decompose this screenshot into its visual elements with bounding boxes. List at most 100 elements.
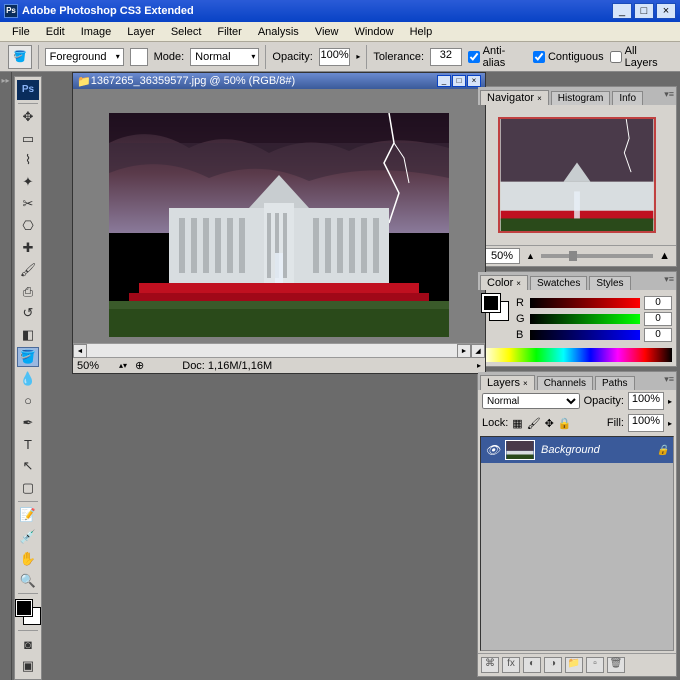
lock-paint-icon[interactable]: 🖌 [527, 417, 541, 430]
resize-grip[interactable]: ◢ [471, 344, 485, 358]
r-slider[interactable] [530, 298, 640, 308]
blend-mode-select[interactable]: Normal [482, 393, 580, 409]
dropdown-arrow-icon[interactable]: ▸ [356, 52, 360, 61]
zoom-out-icon[interactable]: ▲ [526, 251, 535, 261]
stamp-tool[interactable]: ⎙ [17, 282, 39, 302]
navigator-zoom-slider[interactable] [541, 254, 653, 258]
menu-filter[interactable]: Filter [209, 24, 249, 40]
contiguous-checkbox[interactable]: Contiguous [533, 51, 604, 63]
blur-tool[interactable]: 💧 [17, 369, 39, 389]
tab-paths[interactable]: Paths [595, 376, 635, 390]
lock-transparency-icon[interactable]: ▦ [512, 417, 522, 430]
navigator-zoom-input[interactable]: 50% [484, 248, 520, 264]
tab-styles[interactable]: Styles [589, 276, 630, 290]
panel-menu-icon[interactable]: ▾≡ [664, 374, 674, 385]
color-swatches[interactable] [482, 294, 508, 320]
type-tool[interactable]: T [17, 435, 39, 455]
shape-tool[interactable]: ▢ [17, 478, 39, 498]
dropdown-arrow-icon[interactable]: ▸ [668, 419, 672, 428]
document-titlebar[interactable]: 📁 1367265_36359577.jpg @ 50% (RGB/8#) _ … [73, 73, 485, 89]
status-menu-icon[interactable]: ⊕ [135, 359, 144, 372]
layer-name[interactable]: Background [541, 444, 600, 456]
menu-layer[interactable]: Layer [119, 24, 163, 40]
visibility-toggle-icon[interactable]: 👁 [485, 443, 499, 457]
tab-layers[interactable]: Layers× [480, 375, 535, 390]
history-brush-tool[interactable]: ↺ [17, 303, 39, 323]
g-value[interactable]: 0 [644, 312, 672, 326]
zoom-in-icon[interactable]: ▲ [659, 250, 670, 262]
zoom-stepper-icon[interactable]: ▴▾ [119, 361, 127, 370]
r-value[interactable]: 0 [644, 296, 672, 310]
new-group-button[interactable]: 📁 [565, 657, 583, 673]
color-swatches[interactable] [16, 600, 40, 624]
layer-opacity-input[interactable]: 100% [628, 392, 664, 410]
navigator-thumbnail[interactable] [498, 117, 656, 233]
marquee-tool[interactable]: ▭ [17, 129, 39, 149]
g-slider[interactable] [530, 314, 640, 324]
scroll-right-icon[interactable]: ► [457, 344, 471, 358]
dodge-tool[interactable]: ○ [17, 391, 39, 411]
status-arrow-icon[interactable]: ▸ [477, 361, 481, 370]
status-zoom[interactable]: 50% [77, 360, 111, 372]
lasso-tool[interactable]: ⌇ [17, 151, 39, 171]
scroll-track[interactable] [87, 344, 457, 357]
minimize-button[interactable]: _ [612, 3, 632, 19]
move-tool[interactable]: ✥ [17, 107, 39, 127]
delete-layer-button[interactable]: 🗑 [607, 657, 625, 673]
panel-menu-icon[interactable]: ▾≡ [664, 274, 674, 285]
foreground-swatch[interactable] [16, 600, 32, 616]
menu-analysis[interactable]: Analysis [250, 24, 307, 40]
pattern-swatch[interactable] [130, 48, 148, 66]
menu-window[interactable]: Window [346, 24, 401, 40]
eyedropper-tool[interactable]: 💉 [17, 527, 39, 547]
mode-select[interactable]: Normal [190, 48, 259, 66]
bucket-tool-icon[interactable]: 🪣 [8, 45, 32, 69]
alllayers-checkbox[interactable]: All Layers [610, 45, 672, 69]
layer-thumbnail[interactable] [505, 440, 535, 460]
menu-image[interactable]: Image [73, 24, 120, 40]
layer-row[interactable]: 👁 Background 🔒 [481, 437, 673, 463]
tab-swatches[interactable]: Swatches [530, 276, 587, 290]
menu-select[interactable]: Select [163, 24, 210, 40]
menu-view[interactable]: View [307, 24, 347, 40]
panel-menu-icon[interactable]: ▾≡ [664, 89, 674, 100]
zoom-tool[interactable]: 🔍 [17, 571, 39, 591]
menu-help[interactable]: Help [402, 24, 441, 40]
quickmask-tool[interactable]: ◙ [17, 634, 39, 654]
path-select-tool[interactable]: ↖ [17, 456, 39, 476]
foreground-color-swatch[interactable] [482, 294, 500, 312]
new-layer-button[interactable]: ▫ [586, 657, 604, 673]
lock-move-icon[interactable]: ✥ [545, 417, 554, 430]
tab-navigator[interactable]: Navigator× [480, 90, 549, 105]
fill-source-select[interactable]: Foreground [45, 48, 124, 66]
layer-mask-button[interactable]: ◐ [523, 657, 541, 673]
layer-style-button[interactable]: fx [502, 657, 520, 673]
b-slider[interactable] [530, 330, 640, 340]
adjustment-layer-button[interactable]: ◑ [544, 657, 562, 673]
antialias-checkbox[interactable]: Anti-alias [468, 45, 527, 69]
healing-tool[interactable]: ✚ [17, 238, 39, 258]
pen-tool[interactable]: ✒ [17, 413, 39, 433]
lock-all-icon[interactable]: 🔒 [558, 417, 572, 430]
horizontal-scrollbar[interactable]: ◄ ► ◢ [73, 343, 485, 357]
link-layers-button[interactable]: ⌘ [481, 657, 499, 673]
tab-channels[interactable]: Channels [537, 376, 593, 390]
close-button[interactable]: × [656, 3, 676, 19]
doc-maximize-button[interactable]: □ [452, 75, 466, 87]
tab-histogram[interactable]: Histogram [551, 91, 611, 105]
tolerance-input[interactable]: 32 [430, 48, 462, 66]
dropdown-arrow-icon[interactable]: ▸ [668, 397, 672, 406]
scroll-left-icon[interactable]: ◄ [73, 344, 87, 358]
doc-close-button[interactable]: × [467, 75, 481, 87]
color-spectrum[interactable] [482, 348, 672, 362]
layer-fill-input[interactable]: 100% [628, 414, 664, 432]
bucket-tool[interactable]: 🪣 [17, 347, 39, 367]
crop-tool[interactable]: ✂ [17, 194, 39, 214]
eraser-tool[interactable]: ◧ [17, 325, 39, 345]
notes-tool[interactable]: 📝 [17, 505, 39, 525]
wand-tool[interactable]: ✦ [17, 172, 39, 192]
tab-info[interactable]: Info [612, 91, 643, 105]
doc-minimize-button[interactable]: _ [437, 75, 451, 87]
screenmode-tool[interactable]: ▣ [17, 656, 39, 676]
tab-color[interactable]: Color× [480, 275, 528, 290]
